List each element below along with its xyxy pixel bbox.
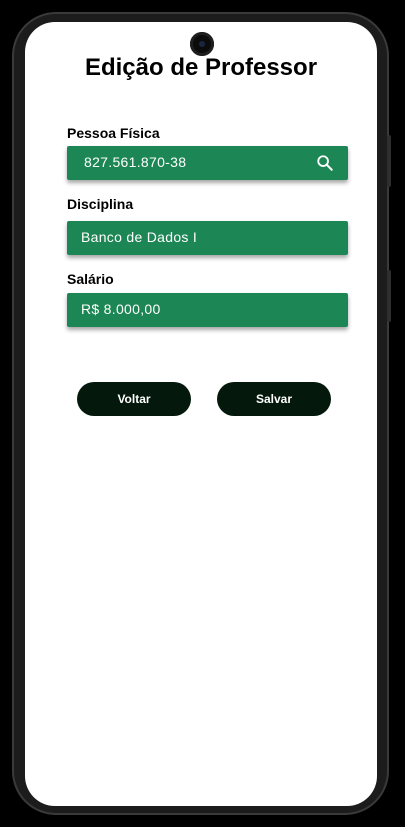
save-button[interactable]: Salvar: [217, 382, 331, 416]
power-button: [387, 135, 391, 187]
salario-value: R$ 8.000,00: [81, 301, 161, 317]
salario-field[interactable]: R$ 8.000,00: [67, 293, 348, 327]
page-title: Edição de Professor: [84, 54, 318, 81]
pessoa-fisica-label: Pessoa Física: [67, 125, 160, 141]
disciplina-field[interactable]: Banco de Dados I: [67, 221, 348, 255]
search-icon[interactable]: [316, 154, 334, 172]
pessoa-fisica-field[interactable]: 827.561.870-38: [67, 146, 348, 180]
back-button[interactable]: Voltar: [77, 382, 191, 416]
volume-button: [387, 270, 391, 322]
disciplina-value: Banco de Dados I: [81, 229, 198, 245]
pessoa-fisica-value: 827.561.870-38: [84, 154, 187, 170]
disciplina-label: Disciplina: [67, 196, 134, 212]
salario-label: Salário: [67, 271, 114, 287]
front-camera: [190, 32, 214, 56]
